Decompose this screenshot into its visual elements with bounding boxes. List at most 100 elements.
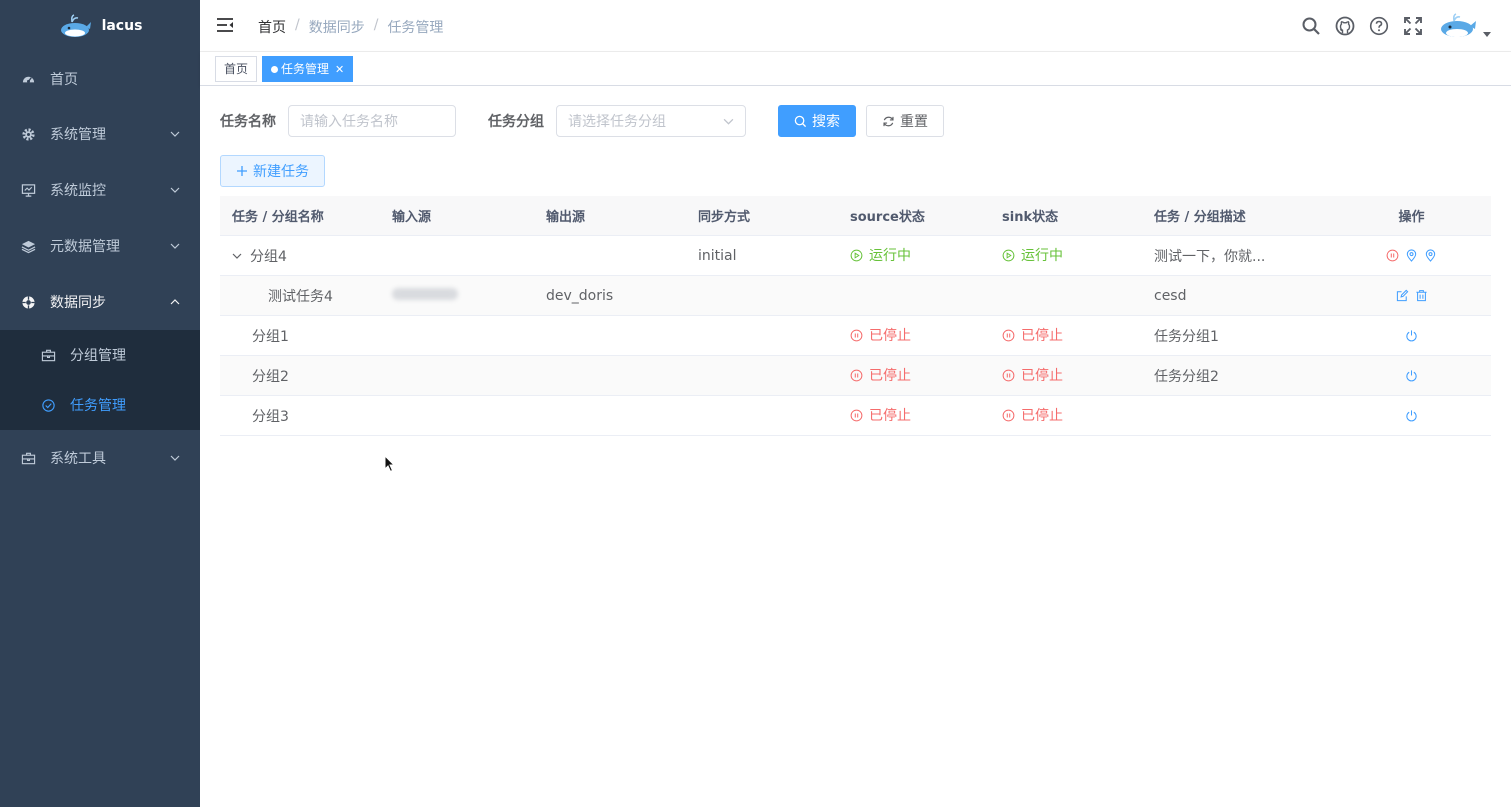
cell-source-status: 已停止 <box>838 365 990 386</box>
status-stopped: 已停止 <box>850 365 911 385</box>
status-label: 已停止 <box>1021 408 1063 425</box>
task-group-select[interactable]: 请选择任务分组 <box>556 105 746 137</box>
table-row: 分组2 已停止 已停止 任务分组2 <box>220 356 1491 396</box>
status-running: 运行中 <box>1002 245 1063 265</box>
reset-button[interactable]: 重置 <box>866 105 944 137</box>
pause-icon[interactable] <box>1386 249 1399 262</box>
table-row: 分组1 已停止 已停止 任务分组1 <box>220 316 1491 356</box>
sidebar-item-tools[interactable]: 系统工具 <box>0 430 200 486</box>
status-running: 运行中 <box>850 245 911 265</box>
chevron-down-icon <box>170 131 180 137</box>
sidebar-item-data-sync[interactable]: 数据同步 <box>0 274 200 330</box>
cell-name: 分组1 <box>220 326 380 346</box>
power-icon[interactable] <box>1405 329 1418 342</box>
sidebar-item-home[interactable]: 首页 <box>0 52 200 106</box>
header-output: 输出源 <box>546 210 586 225</box>
status-label: 运行中 <box>1021 248 1063 265</box>
fullscreen-icon[interactable] <box>1403 16 1423 36</box>
task-table: 任务 / 分组名称 输入源 输出源 同步方式 source状态 sink状态 任… <box>220 196 1491 436</box>
briefcase-icon <box>40 347 56 363</box>
pause-circle-icon <box>850 329 863 342</box>
sidebar-item-label: 分组管理 <box>70 348 126 364</box>
row-name: 分组2 <box>252 368 289 385</box>
main-content: 任务名称 请输入任务名称 任务分组 请选择任务分组 搜索 重置 新建任务 任务 … <box>200 86 1511 807</box>
status-stopped: 已停止 <box>1002 365 1063 385</box>
delete-icon[interactable] <box>1415 289 1428 302</box>
breadcrumb-separator: / <box>295 17 300 33</box>
redacted-input-source <box>392 287 458 300</box>
caret-down-icon[interactable] <box>1483 30 1491 38</box>
breadcrumb-current: 任务管理 <box>387 20 444 36</box>
avatar[interactable] <box>1437 12 1477 40</box>
github-icon[interactable] <box>1335 16 1355 36</box>
sidebar-item-label: 首页 <box>50 72 78 88</box>
sidebar-item-label: 任务管理 <box>70 398 126 414</box>
play-circle-icon <box>850 249 863 262</box>
cell-sink-status: 已停止 <box>990 325 1142 346</box>
breadcrumb-separator: / <box>373 17 379 33</box>
data-sync-submenu: 分组管理 任务管理 <box>0 330 200 430</box>
chevron-down-icon <box>723 118 734 125</box>
row-name: 分组4 <box>250 248 287 265</box>
location-icon[interactable] <box>1424 249 1437 262</box>
sidebar: lacus 首页 系统管理 系统监控 元数据管理 数据同步 分组管理 任务管理 … <box>0 0 200 807</box>
pause-circle-icon <box>1002 329 1015 342</box>
row-name: 分组3 <box>252 408 289 425</box>
header-actions: 操作 <box>1398 210 1425 225</box>
right-menu <box>1301 12 1491 40</box>
cell-desc: 任务分组1 <box>1154 328 1219 345</box>
pause-circle-icon <box>1002 409 1015 422</box>
header-name: 任务 / 分组名称 <box>232 210 324 225</box>
tag-task-manage[interactable]: 任务管理 ✕ <box>262 56 354 82</box>
sidebar-item-task-manage[interactable]: 任务管理 <box>0 380 200 430</box>
status-stopped: 已停止 <box>1002 405 1063 425</box>
status-stopped: 已停止 <box>1002 325 1063 345</box>
play-circle-icon <box>1002 249 1015 262</box>
cell-sink-status: 已停止 <box>990 405 1142 426</box>
header-source-status: source状态 <box>850 210 925 225</box>
search-icon[interactable] <box>1301 16 1321 36</box>
tag-home[interactable]: 首页 <box>215 56 258 82</box>
hamburger-icon[interactable] <box>216 16 234 34</box>
tag-label: 任务管理 <box>281 62 330 76</box>
chevron-down-icon[interactable] <box>232 251 242 261</box>
sidebar-item-group-manage[interactable]: 分组管理 <box>0 330 200 380</box>
status-stopped: 已停止 <box>850 405 911 425</box>
row-name: 分组1 <box>252 328 289 345</box>
search-button[interactable]: 搜索 <box>778 105 856 137</box>
sidebar-item-metadata[interactable]: 元数据管理 <box>0 218 200 274</box>
close-icon[interactable]: ✕ <box>335 63 344 76</box>
app-logo[interactable]: lacus <box>0 0 200 52</box>
pause-circle-icon <box>850 369 863 382</box>
task-name-input[interactable]: 请输入任务名称 <box>288 105 456 137</box>
edit-icon[interactable] <box>1396 289 1409 302</box>
cell-input <box>380 287 534 304</box>
cell-actions <box>1332 289 1491 302</box>
header-sink-status: sink状态 <box>1002 210 1059 225</box>
task-group-placeholder: 请选择任务分组 <box>568 114 666 130</box>
chevron-up-icon <box>170 299 180 305</box>
cell-output: dev_doris <box>546 287 614 304</box>
chevron-down-icon <box>170 243 180 249</box>
plus-icon <box>237 166 247 176</box>
gear-icon <box>20 126 36 142</box>
new-task-button[interactable]: 新建任务 <box>220 155 325 187</box>
search-button-label: 搜索 <box>812 114 840 130</box>
breadcrumb-home[interactable]: 首页 <box>258 17 286 37</box>
cell-sink-status: 运行中 <box>990 245 1142 266</box>
cell-source-status: 已停止 <box>838 405 990 426</box>
power-icon[interactable] <box>1405 369 1418 382</box>
status-label: 已停止 <box>869 368 911 385</box>
task-group-label: 任务分组 <box>488 114 544 130</box>
header-desc: 任务 / 分组描述 <box>1154 210 1246 225</box>
location-icon[interactable] <box>1405 249 1418 262</box>
table-row: 测试任务4 dev_doris cesd <box>220 276 1491 316</box>
sidebar-item-system[interactable]: 系统管理 <box>0 106 200 162</box>
pause-circle-icon <box>850 409 863 422</box>
help-icon[interactable] <box>1369 16 1389 36</box>
status-label: 已停止 <box>1021 368 1063 385</box>
mouse-cursor-icon <box>384 455 396 473</box>
sidebar-item-monitor[interactable]: 系统监控 <box>0 162 200 218</box>
power-icon[interactable] <box>1405 409 1418 422</box>
cell-actions <box>1332 369 1491 382</box>
